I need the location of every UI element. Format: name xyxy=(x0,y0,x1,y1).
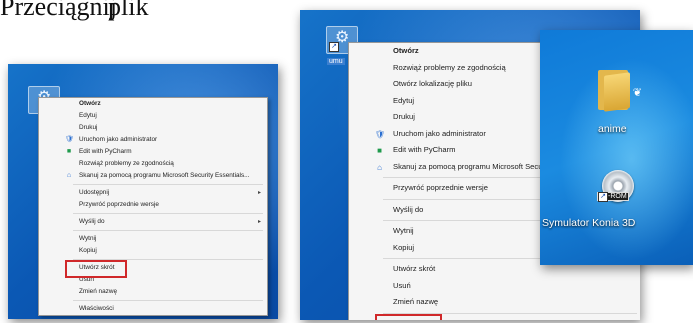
menu-item-label: Rozwiąż problemy ze zgodnością xyxy=(393,62,506,72)
shortcut-label: umu xyxy=(327,58,345,65)
menu-item[interactable]: 🛡 Uruchom jako administrator xyxy=(39,134,267,146)
menu-item-label: Zmień nazwę xyxy=(393,297,439,306)
menu-item[interactable]: Wyślij do ▸ xyxy=(39,216,267,228)
menu-separator xyxy=(73,300,263,301)
menu-separator xyxy=(73,184,263,185)
menu-item[interactable]: Kopiuj xyxy=(39,245,267,257)
menu-item-label: Otwórz lokalizację pliku xyxy=(393,79,472,88)
menu-item-label: Właściwości xyxy=(79,305,114,312)
highlight-box xyxy=(375,314,442,320)
submenu-arrow-icon: ▸ xyxy=(257,190,261,196)
menu-item[interactable]: Edytuj xyxy=(39,110,267,122)
instruction-heading: Przeciągnijplik xyxy=(0,0,148,22)
menu-item-label: Wyślij do xyxy=(393,204,424,214)
menu-separator xyxy=(73,230,263,231)
menu-item-label: Zmień nazwę xyxy=(79,288,118,295)
menu-item-label: Otwórz xyxy=(393,46,419,55)
shortcut-arrow-icon: ↗ xyxy=(598,192,608,202)
pycharm-icon: ■ xyxy=(66,148,72,155)
menu-item-label: Edit with PyCharm xyxy=(393,145,456,154)
menu-item[interactable]: Przywróć poprzednie wersje xyxy=(39,199,267,211)
menu-item[interactable]: Wytnij xyxy=(39,233,267,245)
menu-item[interactable]: Udostępnij ▸ xyxy=(39,187,267,199)
context-menu-left: Otwórz Edytuj Drukuj 🛡 Uruchom jako administ… xyxy=(38,97,268,316)
menu-item-label: Wyślij do xyxy=(79,218,105,225)
menu-item[interactable]: ■ Edit with PyCharm xyxy=(39,146,267,158)
menu-item-label: Udostępnij xyxy=(79,189,110,196)
screenshot-left: ⚙ OtwórzEdytujDrukuj🛡Uruchom jako admini… xyxy=(8,64,278,319)
menu-item-label: Drukuj xyxy=(79,124,98,131)
menu-item[interactable]: Otwórz xyxy=(39,98,267,110)
menu-item[interactable]: Zmień nazwę xyxy=(39,286,267,298)
menu-separator xyxy=(73,213,263,214)
menu-item-label: Utwórz skrót xyxy=(393,264,436,273)
heading-word-1: Przeciągnij xyxy=(0,0,117,21)
menu-item[interactable]: Drukuj xyxy=(39,122,267,134)
menu-item-label: Przywróć poprzednie wersje xyxy=(393,183,488,192)
menu-item-label: Rozwiąż problemy ze zgodnością xyxy=(79,160,174,167)
highlight-box xyxy=(65,260,127,278)
cd-rom-label: Symulator Konia 3D xyxy=(542,217,636,229)
menu-item[interactable]: ⌂ Skanuj za pomocą programu Microsoft Sec… xyxy=(39,170,267,182)
shortcut-arrow-icon: ↗ xyxy=(329,42,339,52)
desktop-panel: ❦ anime -ROM ↗ Symulator Konia 3D xyxy=(540,30,693,265)
menu-item[interactable]: Zmień nazwę xyxy=(349,294,640,311)
menu-item-label: Skanuj za pomocą programu Microsoft Secu… xyxy=(393,161,560,171)
shield-icon: 🛡 xyxy=(65,136,74,143)
menu-item-label: Edit with PyCharm xyxy=(79,148,132,155)
menu-item-label: Wytnij xyxy=(393,226,414,235)
butterfly-icon: ❦ xyxy=(632,87,642,99)
menu-item-label: Uruchom jako administrator xyxy=(393,128,486,138)
menu-item-label: Edytuj xyxy=(393,95,415,105)
menu-item-label: Przywróć poprzednie wersje xyxy=(79,201,159,208)
folder-label: anime xyxy=(598,123,627,135)
menu-item-label: Kopiuj xyxy=(393,242,415,252)
menu-item-label: Uruchom jako administrator xyxy=(79,136,158,143)
menu-item[interactable]: Usuń xyxy=(349,278,640,295)
menu-item-label: Usuń xyxy=(393,280,411,290)
menu-item[interactable]: Rozwiąż problemy ze zgodnością xyxy=(39,158,267,170)
security-icon: ⌂ xyxy=(66,172,72,179)
menu-item-label: Skanuj za pomocą programu Microsoft Secu… xyxy=(79,172,250,179)
folder-icon[interactable]: ❦ xyxy=(598,70,642,112)
menu-item-label: Otwórz xyxy=(79,100,101,107)
heading-word-2: plik xyxy=(108,0,149,21)
pycharm-icon: ■ xyxy=(377,146,382,155)
submenu-arrow-icon: ▸ xyxy=(257,219,261,225)
menu-item[interactable]: Właściwości xyxy=(39,303,267,315)
shield-icon: 🛡 xyxy=(375,129,386,139)
menu-item-label: Edytuj xyxy=(79,112,97,119)
menu-item-label: Drukuj xyxy=(393,112,415,121)
menu-item-label: Kopiuj xyxy=(79,247,97,254)
security-icon: ⌂ xyxy=(377,162,382,172)
menu-item-label: Wytnij xyxy=(79,235,97,242)
